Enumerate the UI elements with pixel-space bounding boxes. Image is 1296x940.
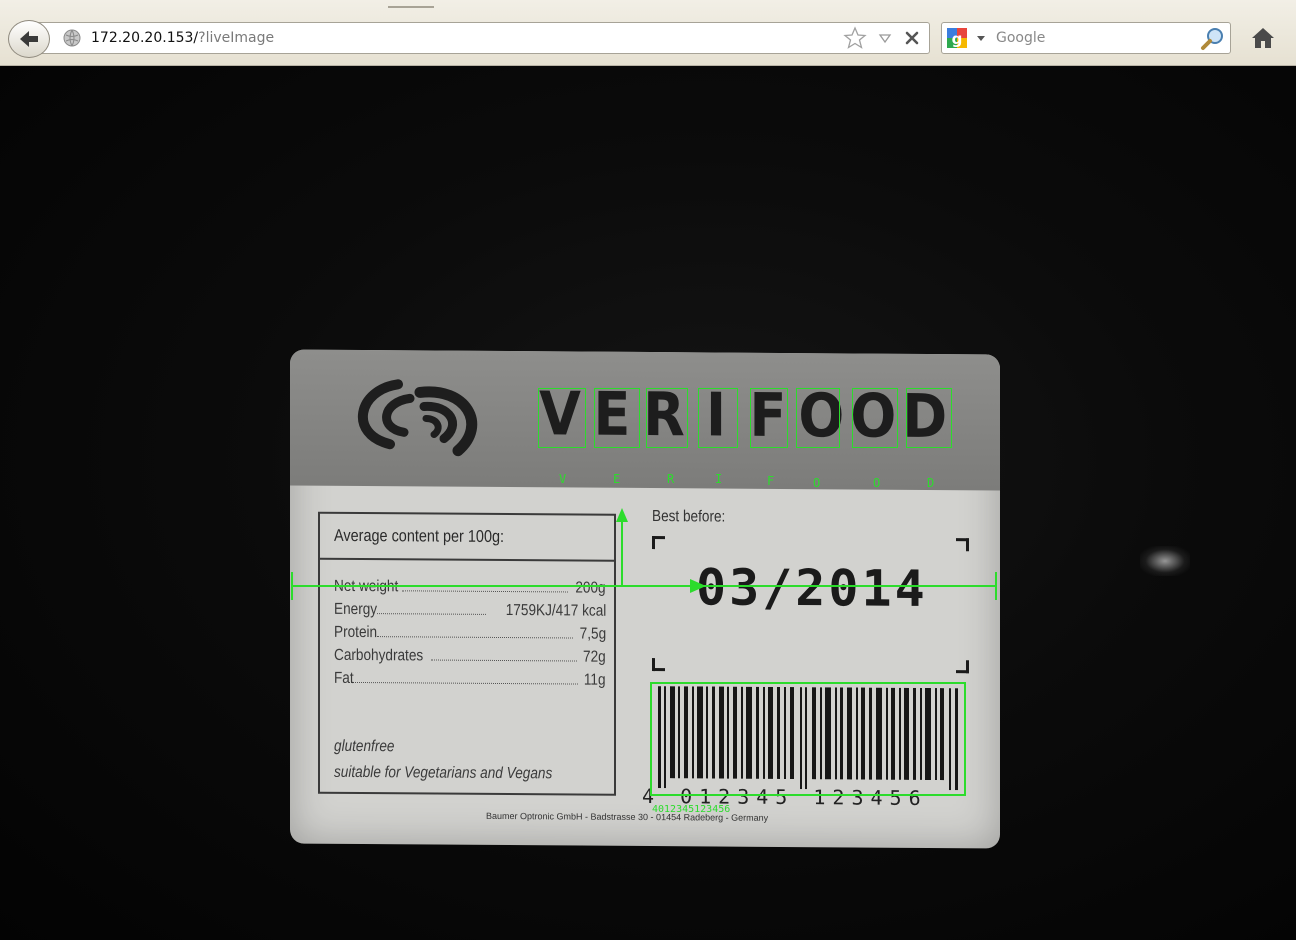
home-icon[interactable]: [1250, 26, 1276, 50]
nutrient-name: Energy: [334, 600, 378, 619]
search-icon[interactable]: [1200, 26, 1226, 52]
star-icon[interactable]: [843, 26, 867, 50]
brand-letter: R: [643, 379, 685, 451]
brand-letter: O: [798, 381, 845, 452]
roi-corner: [652, 658, 665, 672]
nutrient-value: 1759KJ/417 kcal: [505, 602, 606, 620]
roi-corner: [956, 538, 969, 552]
nutrition-row: Protein 7,5g: [334, 624, 606, 648]
nutrient-value: 200g: [575, 579, 606, 597]
nutrition-table: Average content per 100g: Net weight 200g…: [318, 511, 616, 796]
nutrition-row: Energy 1759KJ/417 kcal: [334, 601, 606, 625]
brand-letter: I: [705, 380, 727, 451]
tab-edge: [388, 6, 434, 8]
label-note: suitable for Vegetarians and Vegans: [334, 763, 553, 783]
label-note: glutenfree: [334, 737, 395, 756]
roi-corner: [652, 536, 665, 550]
live-camera-image: V E R I F O O D Average content per 100g…: [0, 66, 1296, 940]
nutrition-row: Carbohydrates 72g: [334, 647, 606, 671]
product-label: V E R I F O O D Average content per 100g…: [290, 349, 1000, 849]
svg-text:g: g: [952, 30, 963, 48]
browser-toolbar: 172.20.20.153/?liveImage g Google: [0, 0, 1296, 66]
nutrient-name: Fat: [334, 669, 354, 687]
search-input[interactable]: Google: [996, 30, 1045, 46]
globe-icon: [63, 29, 81, 47]
google-icon[interactable]: g: [946, 27, 968, 49]
nutrition-header: Average content per 100g:: [320, 513, 614, 562]
nutrient-value: 72g: [583, 648, 606, 666]
barcode-image: [658, 686, 958, 791]
nutrient-value: 7,5g: [579, 625, 606, 643]
nutrient-value: 11g: [584, 671, 606, 689]
brand-letter: O: [850, 381, 897, 452]
label-footer: Baumer Optronic GmbH - Badstrasse 30 - 0…: [486, 810, 769, 823]
best-before-label: Best before:: [652, 508, 726, 526]
nutrition-row: Net weight 200g: [334, 578, 606, 602]
nutrition-row: Fat 11g: [334, 670, 606, 694]
address-bar[interactable]: 172.20.20.153/?liveImage: [30, 22, 930, 54]
dropmarker-icon[interactable]: [877, 30, 893, 46]
best-before-date: 03/2014: [696, 558, 928, 618]
light-glare: [1140, 546, 1190, 576]
barcode-digits: 4 012345 123456: [642, 783, 928, 810]
search-bar[interactable]: g Google: [941, 22, 1231, 54]
roi-corner: [956, 660, 969, 674]
url-path: ?liveImage: [198, 30, 275, 46]
back-arrow-icon: [20, 31, 38, 47]
nutrient-name: Protein: [334, 623, 378, 642]
url-text[interactable]: 172.20.20.153/?liveImage: [91, 30, 274, 46]
brand-letter: F: [749, 380, 787, 451]
baumer-logo-icon: [357, 379, 478, 457]
label-header-band: V E R I F O O D: [290, 349, 1000, 491]
back-button[interactable]: [8, 20, 50, 58]
nutrition-header-text: Average content per 100g:: [334, 525, 505, 547]
brand-name: V E R I F O O D: [536, 379, 948, 454]
brand-letter: E: [593, 379, 631, 450]
url-host: 172.20.20.153/: [91, 30, 199, 46]
nutrient-name: Net weight: [334, 577, 399, 596]
stop-icon[interactable]: [903, 29, 921, 47]
brand-letter: D: [902, 381, 948, 453]
nutrient-name: Carbohydrates: [334, 646, 424, 665]
engine-dropdown-icon[interactable]: [976, 33, 986, 43]
brand-letter: V: [539, 379, 581, 450]
